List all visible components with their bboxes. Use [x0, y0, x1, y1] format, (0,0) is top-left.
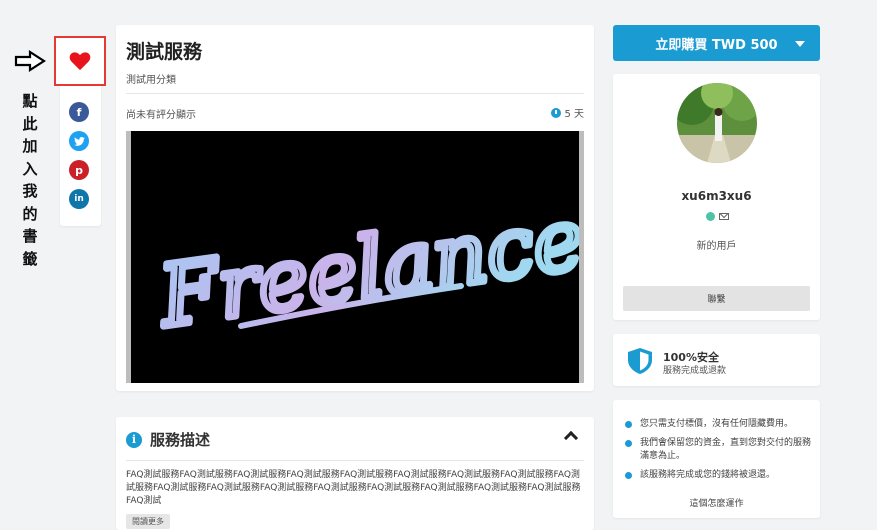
guarantee-list: 您只需支付標價，沒有任何隱藏費用。 我們會保留您的資金，直到您對交付的服務滿意為… [625, 418, 813, 488]
avatar[interactable] [677, 83, 757, 163]
service-image[interactable]: Freelance [126, 131, 584, 383]
service-category[interactable]: 測試用分類 [126, 71, 176, 86]
description-title: 服務描述 [150, 431, 211, 449]
rating-status: 尚未有評分顯示 [126, 110, 196, 121]
shield-icon [628, 348, 652, 374]
freelance-artwork: Freelance [148, 186, 579, 350]
divider [126, 460, 584, 461]
clock-icon [551, 107, 562, 118]
hint-char: 的 [22, 204, 38, 223]
avatar-photo [677, 83, 757, 163]
collapse-icon[interactable] [563, 430, 579, 446]
how-it-works-link[interactable]: 這個怎麼運作 [613, 496, 820, 509]
divider [126, 93, 584, 94]
facebook-icon: f [76, 105, 82, 119]
linkedin-icon: in [74, 194, 84, 204]
delivery-days: 5 天 [564, 109, 584, 120]
security-subtitle: 服務完成或退款 [663, 366, 727, 376]
hint-char: 籤 [22, 249, 38, 268]
read-more-button[interactable]: 閱讀更多 [126, 514, 170, 529]
favorite-button[interactable] [54, 36, 106, 86]
list-item: 您只需支付標價，沒有任何隱藏費用。 [625, 418, 813, 431]
linkedin-share-button[interactable]: in [69, 189, 89, 209]
service-card: 測試服務 測試用分類 尚未有評分顯示 5 天 Freelance [116, 25, 594, 391]
buy-now-button[interactable]: 立即購買 TWD 500 [613, 25, 820, 61]
guarantee-card: 您只需支付標價，沒有任何隱藏費用。 我們會保留您的資金，直到您對交付的服務滿意為… [613, 400, 820, 518]
description-card: i 服務描述 FAQ測試服務FAQ測試服務FAQ測試服務FAQ測試服務FAQ測試… [116, 417, 594, 530]
heart-icon [69, 52, 91, 71]
seller-level: 新的用戶 [696, 241, 737, 252]
service-title: 測試服務 [126, 41, 203, 63]
pinterest-icon: p [75, 163, 83, 177]
hint-char: 入 [22, 159, 38, 178]
bookmark-hint: 點 此 加 入 我 的 書 籤 [20, 90, 40, 270]
online-status-icon [706, 212, 715, 221]
list-item: 該服務將完成或您的錢將被退還。 [625, 469, 813, 482]
buy-now-label: 立即購買 TWD 500 [655, 37, 778, 53]
list-item: 我們會保留您的資金，直到您對交付的服務滿意為止。 [625, 437, 813, 463]
twitter-icon [73, 136, 85, 146]
info-icon: i [126, 431, 142, 448]
hint-char: 加 [22, 137, 38, 155]
description-body: FAQ測試服務FAQ測試服務FAQ測試服務FAQ測試服務FAQ測試服務FAQ測試… [126, 470, 581, 506]
mail-icon[interactable] [719, 213, 729, 220]
chevron-down-icon[interactable] [795, 41, 805, 47]
seller-status-icons [706, 212, 729, 221]
contact-button[interactable]: 聯繫 [623, 286, 810, 311]
security-card: 100%安全 服務完成或退款 [613, 334, 820, 386]
hint-char: 我 [22, 182, 38, 200]
seller-card: xu6m3xu6 新的用戶 聯繫 [613, 74, 820, 320]
delivery-time: 5 天 [551, 105, 584, 120]
pinterest-share-button[interactable]: p [69, 160, 89, 180]
hint-char: 此 [22, 114, 38, 133]
seller-username[interactable]: xu6m3xu6 [613, 189, 820, 203]
description-header[interactable]: i 服務描述 [126, 429, 210, 450]
hint-char: 書 [22, 227, 38, 245]
artwork-text: Freelance [152, 190, 579, 347]
arrow-right-icon [14, 50, 46, 72]
hint-char: 點 [22, 92, 38, 110]
facebook-share-button[interactable]: f [69, 102, 89, 122]
twitter-share-button[interactable] [69, 131, 89, 151]
